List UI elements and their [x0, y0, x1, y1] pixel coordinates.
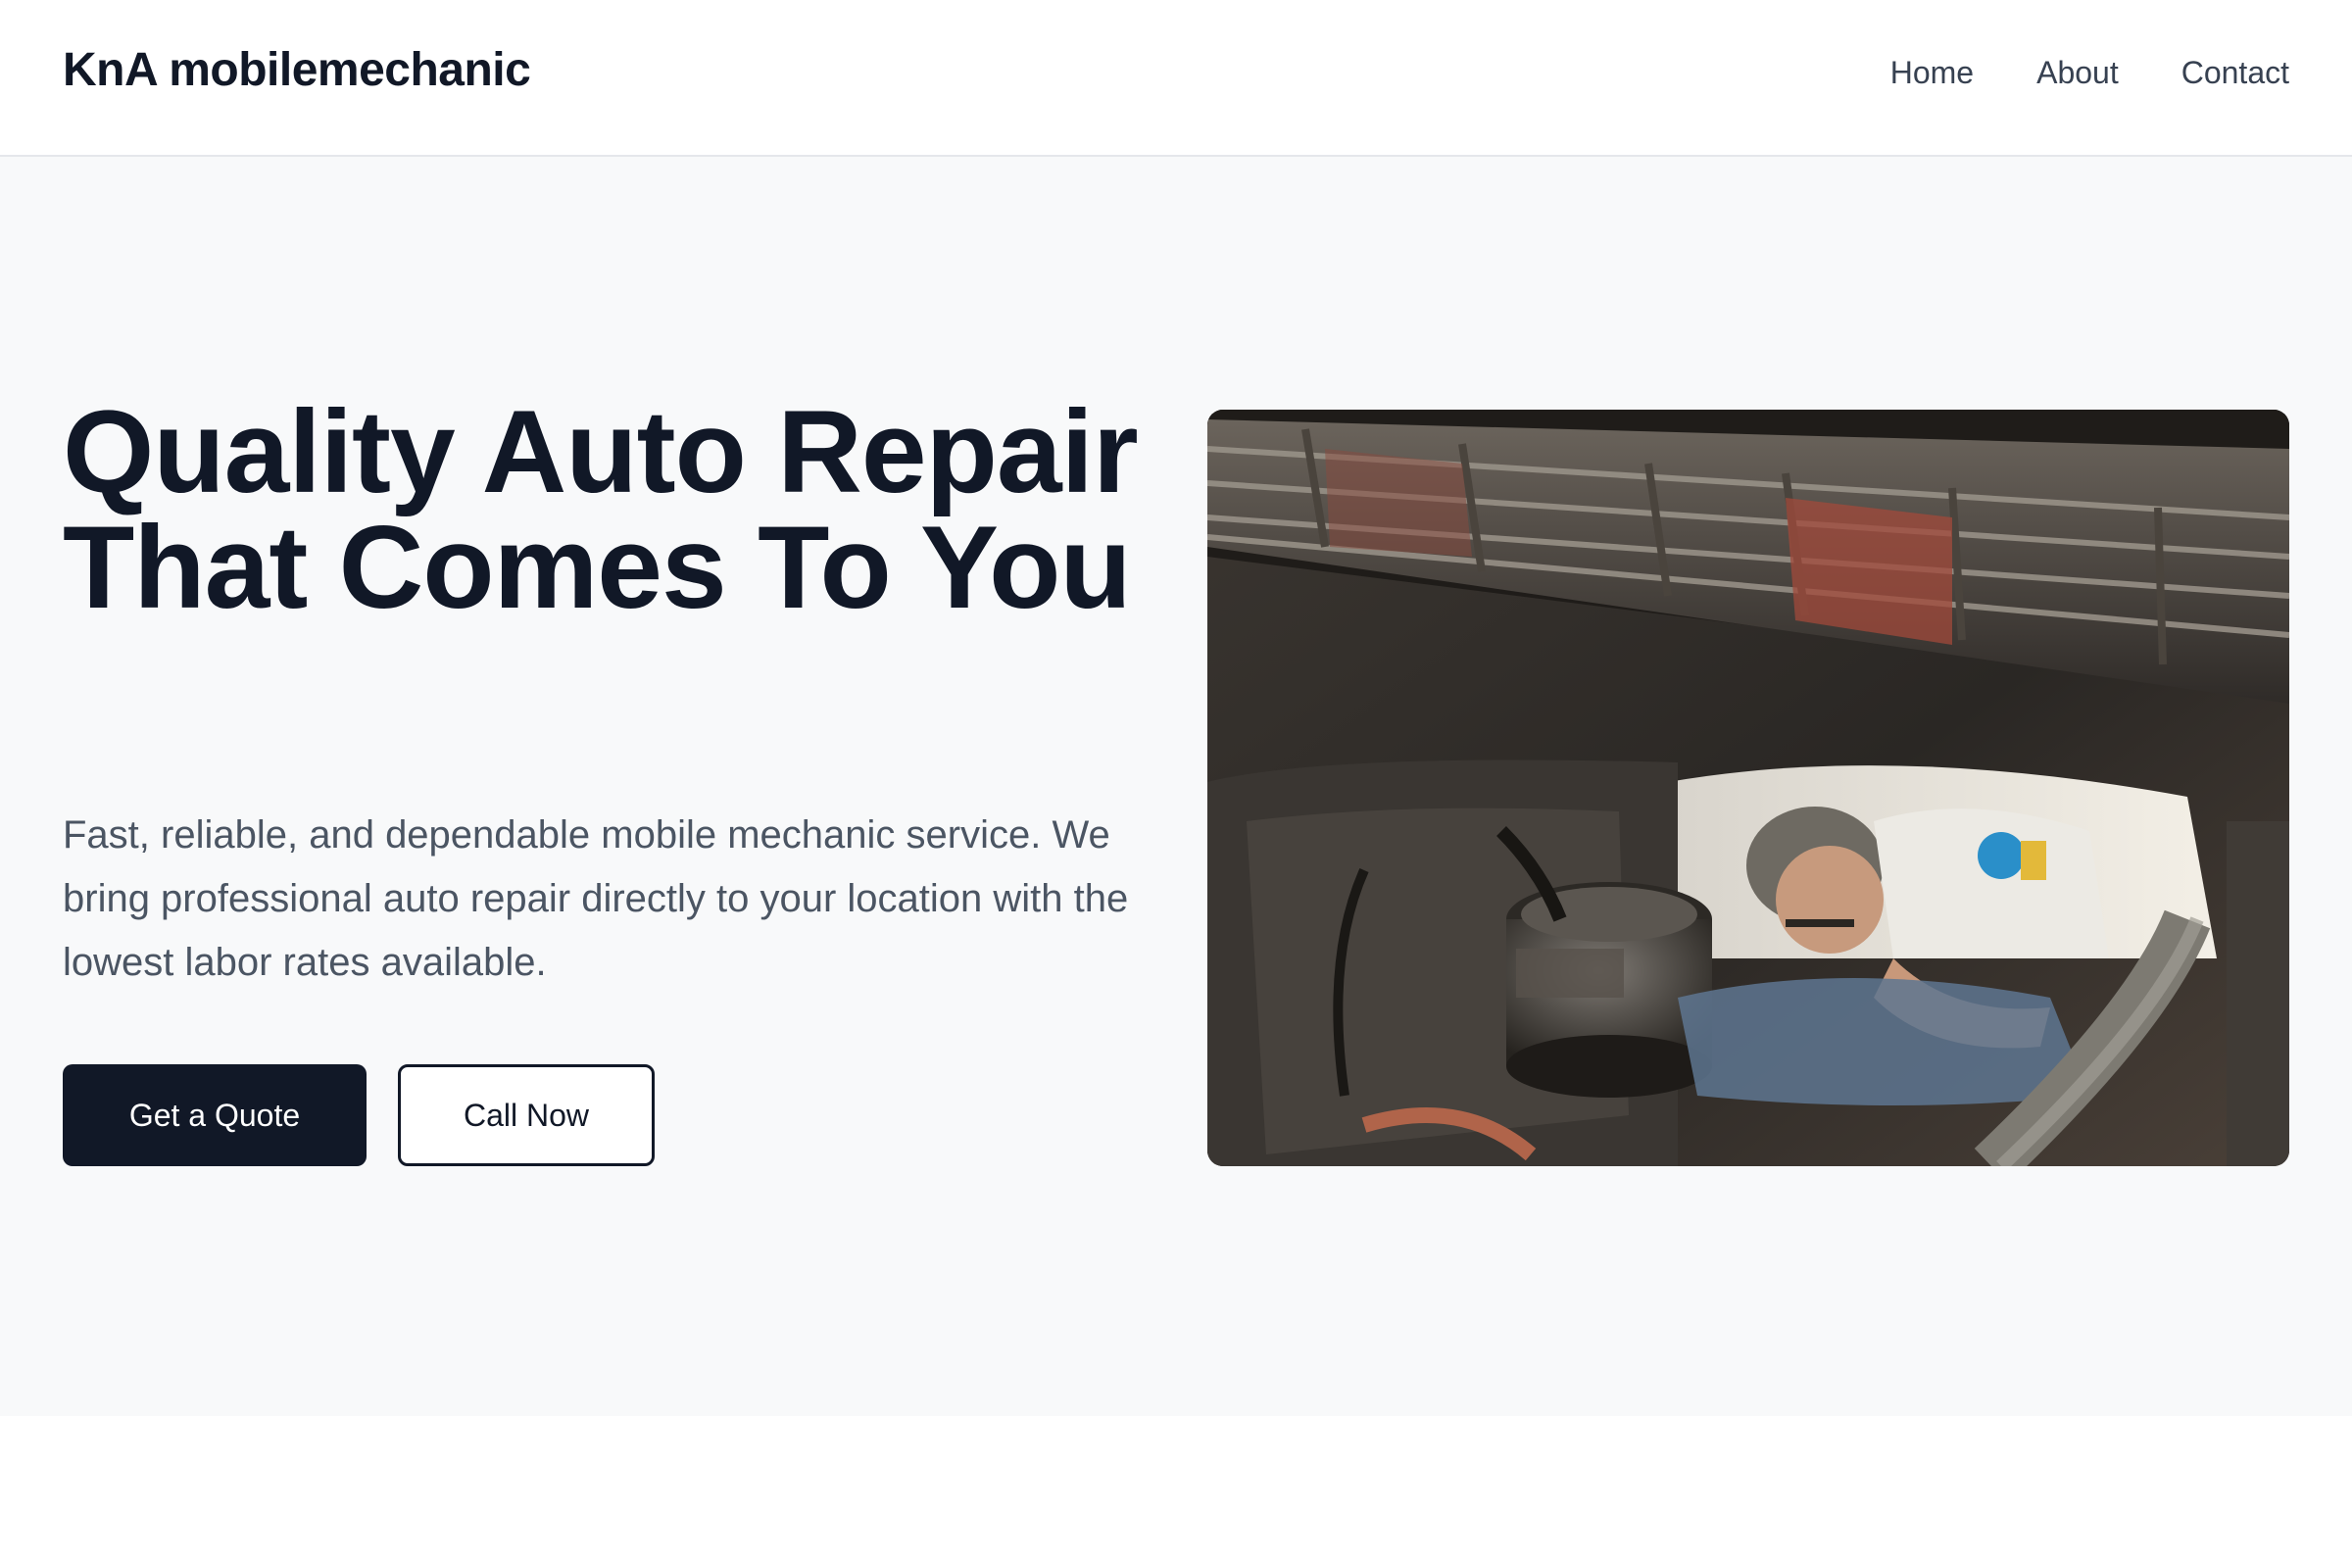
main-nav: Home About Contact	[1890, 55, 2289, 91]
nav-link-about[interactable]: About	[2036, 55, 2119, 91]
hero-title: Quality Auto Repair That Comes To You	[63, 386, 1139, 633]
nav-link-home[interactable]: Home	[1890, 55, 1974, 91]
nav-link-contact[interactable]: Contact	[2181, 55, 2289, 91]
page-below-hero	[0, 1416, 2352, 1568]
site-header: KnA mobilemechanic Home About Contact	[0, 0, 2352, 157]
brand-logo[interactable]: KnA mobilemechanic	[63, 43, 531, 97]
hero-subtitle: Fast, reliable, and dependable mobile me…	[63, 813, 1129, 984]
mechanic-engine-photo	[1207, 410, 2289, 1166]
hero-section: Quality Auto Repair That Comes To You Fa…	[0, 157, 2352, 1416]
hero-image-mechanic	[1207, 410, 2289, 1166]
hero-actions: Get a Quote Call Now	[63, 1064, 655, 1166]
get-quote-button[interactable]: Get a Quote	[63, 1064, 367, 1166]
call-now-button[interactable]: Call Now	[398, 1064, 655, 1166]
